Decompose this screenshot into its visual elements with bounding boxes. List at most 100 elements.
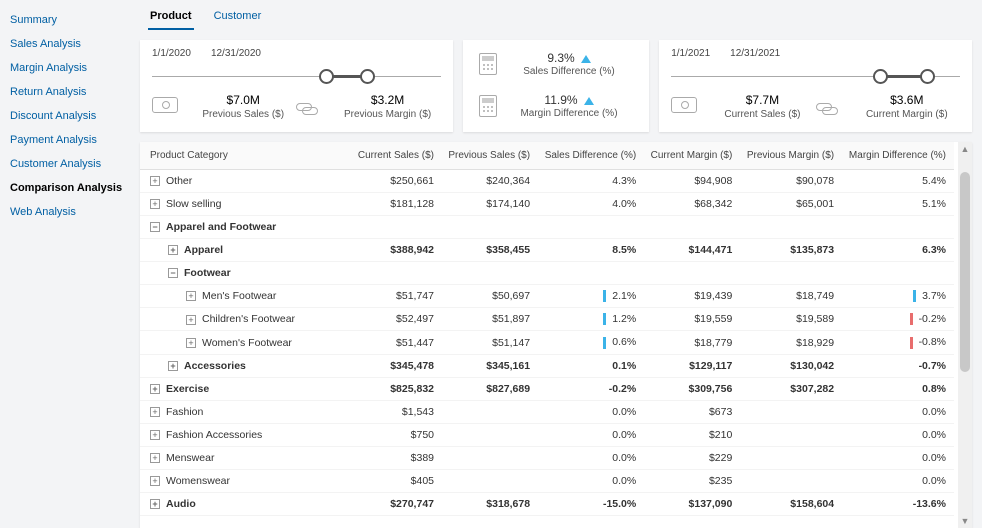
money-icon xyxy=(671,97,697,113)
arrow-up-icon xyxy=(584,97,594,105)
spark-bar-icon xyxy=(910,313,913,325)
scroll-up-icon[interactable]: ▲ xyxy=(958,144,972,154)
expand-icon[interactable]: + xyxy=(168,361,178,371)
expand-icon[interactable]: + xyxy=(150,407,160,417)
kpi-row: 1/1/2020 12/31/2020 $7.0M Previous Sales… xyxy=(140,40,972,132)
cell: $130,042 xyxy=(740,354,842,377)
expand-icon[interactable]: + xyxy=(150,499,160,509)
expand-icon[interactable]: + xyxy=(168,245,178,255)
scroll-down-icon[interactable]: ▼ xyxy=(958,516,972,526)
cell xyxy=(442,423,538,446)
expand-icon[interactable]: + xyxy=(150,476,160,486)
coins-icon xyxy=(296,97,324,117)
curr-start-date: 1/1/2021 xyxy=(671,48,710,59)
sidebar-item-margin-analysis[interactable]: Margin Analysis xyxy=(0,56,140,80)
row-label: +Other xyxy=(140,170,352,193)
expand-icon[interactable]: + xyxy=(186,338,196,348)
tab-product[interactable]: Product xyxy=(148,4,194,30)
main-content: Product Customer 1/1/2020 12/31/2020 $7.0… xyxy=(140,0,982,528)
cell: 0.0% xyxy=(842,423,954,446)
table-row: +Women's Footwear$51,447$51,1470.6%$18,7… xyxy=(140,331,954,354)
cell xyxy=(538,262,644,285)
sidebar-item-customer-analysis[interactable]: Customer Analysis xyxy=(0,152,140,176)
table-row: +Accessories$345,478$345,1610.1%$129,117… xyxy=(140,354,954,377)
row-label: +Fashion Accessories xyxy=(140,423,352,446)
expand-icon[interactable]: + xyxy=(150,453,160,463)
curr-date-slider[interactable] xyxy=(671,65,960,89)
sidebar-item-web-analysis[interactable]: Web Analysis xyxy=(0,200,140,224)
prev-margin-stat: $3.2M Previous Margin ($) xyxy=(296,93,440,120)
col-header[interactable]: Current Margin ($) xyxy=(644,142,740,170)
cell: $388,942 xyxy=(352,239,442,262)
cell: -0.2% xyxy=(538,377,644,400)
collapse-icon[interactable]: − xyxy=(150,222,160,232)
expand-icon[interactable]: + xyxy=(186,291,196,301)
collapse-icon[interactable]: − xyxy=(168,268,178,278)
col-header[interactable]: Sales Difference (%) xyxy=(538,142,644,170)
sidebar-item-return-analysis[interactable]: Return Analysis xyxy=(0,80,140,104)
expand-icon[interactable]: + xyxy=(150,199,160,209)
tab-customer[interactable]: Customer xyxy=(212,4,264,30)
sidebar-item-discount-analysis[interactable]: Discount Analysis xyxy=(0,104,140,128)
cell xyxy=(842,216,954,239)
slider-handle[interactable] xyxy=(873,69,888,84)
calculator-icon xyxy=(479,95,497,117)
comparison-table-panel: Product CategoryCurrent Sales ($)Previou… xyxy=(140,142,972,528)
slider-handle[interactable] xyxy=(360,69,375,84)
expand-icon[interactable]: + xyxy=(150,384,160,394)
table-row: −Footwear xyxy=(140,262,954,285)
card-current-period: 1/1/2021 12/31/2021 $7.7M Current Sales … xyxy=(659,40,972,132)
cell: $270,747 xyxy=(352,492,442,515)
cell: $750 xyxy=(352,423,442,446)
row-label: +Womenswear xyxy=(140,469,352,492)
cell: $51,747 xyxy=(352,285,442,308)
cell: $18,779 xyxy=(644,331,740,354)
table-row: +Audio$270,747$318,678-15.0%$137,090$158… xyxy=(140,492,954,515)
cell xyxy=(740,469,842,492)
cell: 0.0% xyxy=(538,469,644,492)
scrollbar[interactable]: ▲ ▼ xyxy=(958,142,972,528)
curr-margin-value: $3.6M xyxy=(854,93,960,107)
cell: $210 xyxy=(644,423,740,446)
table-row: +Fashion$1,5430.0%$6730.0% xyxy=(140,400,954,423)
cell: $1,543 xyxy=(352,400,442,423)
tabs: Product Customer xyxy=(140,4,972,32)
sidebar-item-summary[interactable]: Summary xyxy=(0,8,140,32)
slider-handle[interactable] xyxy=(319,69,334,84)
cell: $18,749 xyxy=(740,285,842,308)
cell: $51,147 xyxy=(442,331,538,354)
row-label: +Women's Footwear xyxy=(140,331,352,354)
table-row: +Exercise$825,832$827,689-0.2%$309,756$3… xyxy=(140,377,954,400)
col-header[interactable]: Product Category xyxy=(140,142,352,170)
sidebar-item-payment-analysis[interactable]: Payment Analysis xyxy=(0,128,140,152)
prev-date-slider[interactable] xyxy=(152,65,441,89)
scrollbar-thumb[interactable] xyxy=(960,172,970,372)
col-header[interactable]: Previous Sales ($) xyxy=(442,142,538,170)
sidebar: SummarySales AnalysisMargin AnalysisRetu… xyxy=(0,0,140,528)
prev-margin-value: $3.2M xyxy=(334,93,440,107)
col-header[interactable]: Current Sales ($) xyxy=(352,142,442,170)
curr-end-date: 12/31/2021 xyxy=(730,48,780,59)
cell: 0.0% xyxy=(538,423,644,446)
sidebar-item-comparison-analysis[interactable]: Comparison Analysis xyxy=(0,176,140,200)
comparison-table: Product CategoryCurrent Sales ($)Previou… xyxy=(140,142,954,516)
cell: 0.0% xyxy=(538,400,644,423)
curr-margin-label: Current Margin ($) xyxy=(854,109,960,120)
cell xyxy=(442,446,538,469)
cell: 3.7% xyxy=(842,285,954,308)
table-scroll-area[interactable]: Product CategoryCurrent Sales ($)Previou… xyxy=(140,142,958,528)
table-row: +Womenswear$4050.0%$2350.0% xyxy=(140,469,954,492)
col-header[interactable]: Margin Difference (%) xyxy=(842,142,954,170)
sidebar-item-sales-analysis[interactable]: Sales Analysis xyxy=(0,32,140,56)
cell: -0.7% xyxy=(842,354,954,377)
sales-diff-value: 9.3% xyxy=(547,51,574,65)
expand-icon[interactable]: + xyxy=(186,315,196,325)
col-header[interactable]: Previous Margin ($) xyxy=(740,142,842,170)
slider-handle[interactable] xyxy=(920,69,935,84)
expand-icon[interactable]: + xyxy=(150,176,160,186)
cell: $52,497 xyxy=(352,308,442,331)
expand-icon[interactable]: + xyxy=(150,430,160,440)
card-difference: 9.3% Sales Difference (%) 11.9% Margin D… xyxy=(463,40,649,132)
row-label: −Apparel and Footwear xyxy=(140,216,352,239)
cell xyxy=(442,469,538,492)
